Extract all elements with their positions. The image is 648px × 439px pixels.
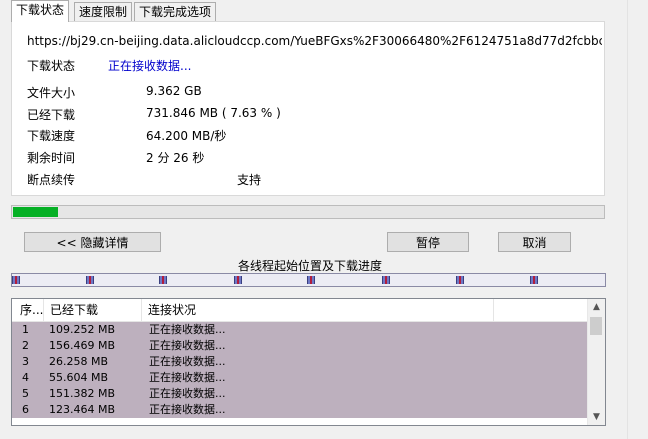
speed-label: 下载速度 — [27, 129, 76, 143]
resume-label: 断点续传 — [27, 173, 76, 187]
column-header-index[interactable]: 序... — [12, 299, 44, 321]
scroll-up-icon[interactable]: ▲ — [588, 299, 605, 315]
row-state: 正在接收数据... — [149, 403, 226, 416]
row-downloaded: 55.604 MB — [49, 371, 109, 384]
resume-value: 支持 — [237, 173, 262, 187]
row-downloaded: 156.469 MB — [49, 339, 116, 352]
row-state: 正在接收数据... — [149, 387, 226, 400]
table-row[interactable]: 1 109.252 MB 正在接收数据... — [12, 322, 589, 338]
thread-list-header: 序... 已经下载 连接状况 — [12, 299, 589, 322]
row-downloaded: 151.382 MB — [49, 387, 116, 400]
remaining-value: 2 分 26 秒 — [146, 151, 205, 165]
details-panel: https://bj29.cn-beijing.data.alicloudccp… — [11, 21, 605, 196]
vertical-scrollbar[interactable]: ▲ ▼ — [587, 299, 605, 425]
row-state: 正在接收数据... — [149, 355, 226, 368]
row-state: 正在接收数据... — [149, 371, 226, 384]
downloaded-label: 已经下载 — [27, 108, 76, 122]
thread-segment — [382, 276, 390, 284]
row-downloaded: 123.464 MB — [49, 403, 116, 416]
row-state: 正在接收数据... — [149, 339, 226, 352]
thread-segment — [530, 276, 538, 284]
status-label: 下载状态 — [27, 59, 76, 73]
thread-list[interactable]: 序... 已经下载 连接状况 1 109.252 MB 正在接收数据... 2 … — [11, 298, 606, 426]
row-downloaded: 109.252 MB — [49, 323, 116, 336]
cancel-button[interactable]: 取消 — [498, 232, 571, 252]
status-value: 正在接收数据... — [108, 59, 192, 73]
column-header-downloaded[interactable]: 已经下载 — [44, 299, 142, 321]
tab-speed-limit[interactable]: 速度限制 — [74, 2, 133, 21]
thread-segment — [159, 276, 167, 284]
table-row[interactable]: 5 151.382 MB 正在接收数据... — [12, 386, 589, 402]
thread-rows: 1 109.252 MB 正在接收数据... 2 156.469 MB 正在接收… — [12, 322, 589, 418]
hide-details-button[interactable]: << 隐藏详情 — [24, 232, 161, 252]
tab-completion-options[interactable]: 下载完成选项 — [134, 2, 217, 21]
table-row[interactable]: 6 123.464 MB 正在接收数据... — [12, 402, 589, 418]
download-progress-bar — [11, 205, 605, 219]
table-row[interactable]: 3 26.258 MB 正在接收数据... — [12, 354, 589, 370]
row-index: 4 — [22, 371, 29, 384]
remaining-label: 剩余时间 — [27, 151, 76, 165]
download-progress-fill — [13, 207, 58, 217]
file-size-label: 文件大小 — [27, 86, 76, 100]
scroll-down-icon[interactable]: ▼ — [588, 409, 605, 425]
row-index: 1 — [22, 323, 29, 336]
speed-value: 64.200 MB/秒 — [146, 129, 227, 143]
pause-button[interactable]: 暂停 — [387, 232, 469, 252]
column-header-connection[interactable]: 连接状况 — [142, 299, 494, 321]
file-size-value: 9.362 GB — [146, 84, 202, 98]
scroll-thumb[interactable] — [590, 317, 602, 335]
row-index: 2 — [22, 339, 29, 352]
row-index: 5 — [22, 387, 29, 400]
thread-segment — [86, 276, 94, 284]
thread-segment — [307, 276, 315, 284]
download-url: https://bj29.cn-beijing.data.alicloudccp… — [27, 34, 602, 48]
row-state: 正在接收数据... — [149, 323, 226, 336]
table-row[interactable]: 4 55.604 MB 正在接收数据... — [12, 370, 589, 386]
thread-segment — [12, 276, 20, 284]
window-edge — [627, 0, 648, 439]
thread-progress-bar — [11, 273, 606, 287]
tab-download-status[interactable]: 下载状态 — [11, 0, 70, 22]
thread-progress-caption: 各线程起始位置及下载进度 — [237, 259, 382, 273]
row-downloaded: 26.258 MB — [49, 355, 109, 368]
thread-segment — [456, 276, 464, 284]
table-row[interactable]: 2 156.469 MB 正在接收数据... — [12, 338, 589, 354]
thread-segment — [234, 276, 242, 284]
row-index: 6 — [22, 403, 29, 416]
downloaded-value: 731.846 MB ( 7.63 % ) — [146, 106, 281, 120]
row-index: 3 — [22, 355, 29, 368]
